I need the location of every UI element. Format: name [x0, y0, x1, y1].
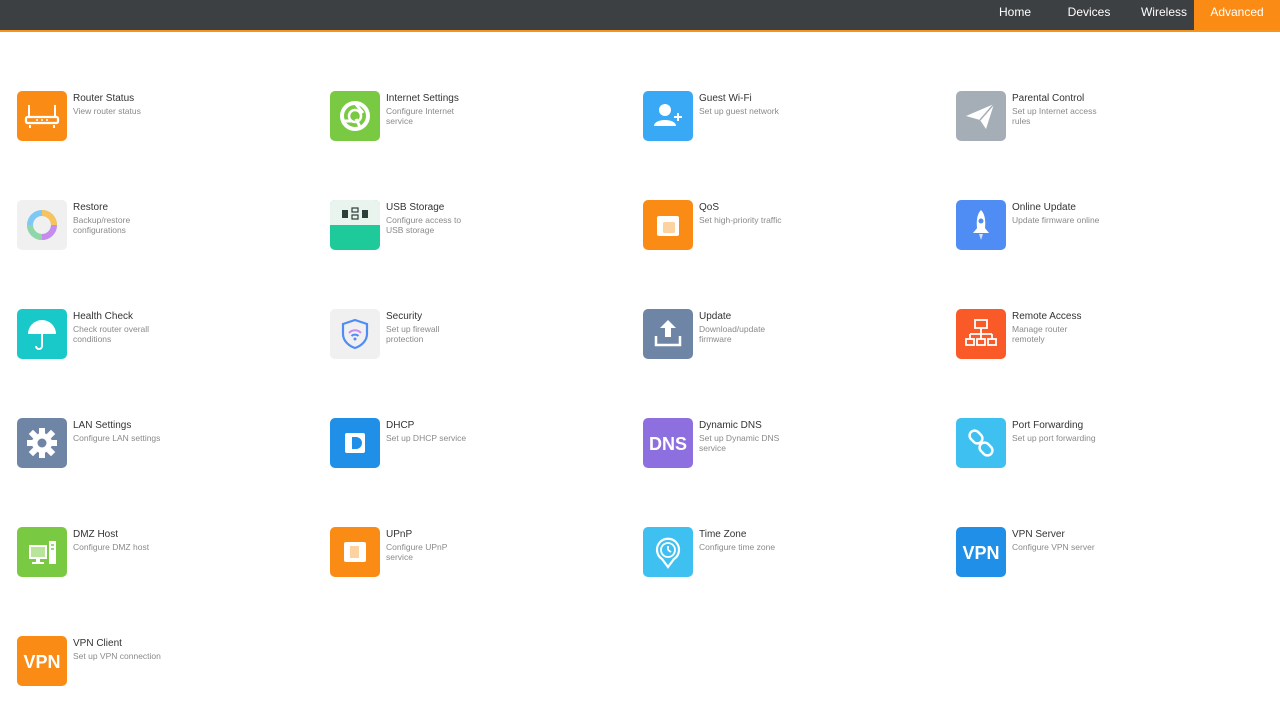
tile-online-update[interactable]: Online Update Update firmware online [956, 200, 1256, 260]
tile-title: LAN Settings [73, 420, 132, 431]
tile-description: Manage router remotely [1012, 324, 1068, 344]
tile-description: Set up firewall protection [386, 324, 440, 344]
tile-dhcp[interactable]: DHCP Set up DHCP service [330, 418, 630, 478]
paper-plane-icon [956, 91, 1006, 141]
tile-description: Configure time zone [699, 542, 776, 552]
tile-title: Router Status [73, 93, 135, 104]
tile-title: Security [386, 311, 423, 322]
tile-description: Set high-priority traffic [699, 215, 782, 225]
network-icon [956, 309, 1006, 359]
tile-description: Configure access to USB storage [386, 215, 462, 235]
tile-parental-control[interactable]: Parental Control Set up Internet access … [956, 91, 1256, 151]
tile-vpn-server[interactable]: VPN VPN Server Configure VPN server [956, 527, 1256, 587]
upnp-icon [330, 527, 380, 577]
tile-title: Update [699, 311, 732, 322]
guest-user-icon [643, 91, 693, 141]
tile-security[interactable]: Security Set up firewall protection [330, 309, 630, 369]
tile-title: Internet Settings [386, 93, 459, 104]
qos-icon [643, 200, 693, 250]
tile-description: Configure LAN settings [73, 433, 161, 443]
tile-description: Configure VPN server [1012, 542, 1095, 552]
tile-title: DHCP [386, 420, 415, 431]
tile-internet-settings[interactable]: Internet Settings Configure Internet ser… [330, 91, 630, 151]
tile-title: USB Storage [386, 202, 445, 213]
router-icon [17, 91, 67, 141]
tile-title: Restore [73, 202, 109, 213]
tile-description: Set up Internet access rules [1012, 106, 1097, 126]
shield-wifi-icon [330, 309, 380, 359]
computer-icon [17, 527, 67, 577]
tile-description: Configure UPnP service [386, 542, 448, 562]
tile-title: Dynamic DNS [699, 420, 762, 431]
tile-remote-access[interactable]: Remote Access Manage router remotely [956, 309, 1256, 369]
tile-guest-wifi[interactable]: Guest Wi-Fi Set up guest network [643, 91, 943, 151]
tile-health-check[interactable]: Health Check Check router overall condit… [17, 309, 317, 369]
vpn-glyph: VPN [962, 543, 999, 563]
tile-title: VPN Client [73, 638, 122, 649]
tile-description: Configure Internet service [386, 106, 455, 126]
vpn-glyph: VPN [23, 652, 60, 672]
tile-usb-storage[interactable]: USB Storage Configure access to USB stor… [330, 200, 630, 260]
tile-restore[interactable]: Restore Backup/restore configurations [17, 200, 317, 260]
tile-title: Remote Access [1012, 311, 1082, 322]
tile-description: Download/update firmware [699, 324, 766, 344]
tile-description: Set up Dynamic DNS service [699, 433, 780, 453]
tile-title: Health Check [73, 311, 134, 322]
tile-port-forwarding[interactable]: Port Forwarding Set up port forwarding [956, 418, 1256, 478]
vpn-icon: VPN [17, 636, 67, 686]
usb-icon [330, 200, 380, 250]
dns-icon: DNS [643, 418, 693, 468]
tile-description: Check router overall conditions [73, 324, 150, 344]
tile-upnp[interactable]: UPnP Configure UPnP service [330, 527, 630, 587]
internet-icon [330, 91, 380, 141]
gear-icon [17, 418, 67, 468]
tile-dmz-host[interactable]: DMZ Host Configure DMZ host [17, 527, 317, 587]
tile-title: Parental Control [1012, 93, 1085, 104]
restore-ring-icon [17, 200, 67, 250]
umbrella-icon [17, 309, 67, 359]
tile-dynamic-dns[interactable]: DNS Dynamic DNS Set up Dynamic DNS servi… [643, 418, 943, 478]
tile-title: DMZ Host [73, 529, 118, 540]
tile-vpn-client[interactable]: VPN VPN Client Set up VPN connection [17, 636, 317, 696]
tile-description: Set up VPN connection [73, 651, 161, 661]
vpn-icon: VPN [956, 527, 1006, 577]
link-icon [956, 418, 1006, 468]
tile-description: Configure DMZ host [73, 542, 150, 552]
rocket-icon [956, 200, 1006, 250]
upload-icon [643, 309, 693, 359]
dhcp-icon [330, 418, 380, 468]
clock-pin-icon [643, 527, 693, 577]
tile-description: Update firmware online [1012, 215, 1100, 225]
tile-title: UPnP [386, 529, 413, 540]
tile-qos[interactable]: QoS Set high-priority traffic [643, 200, 943, 260]
feature-grid: Router Status View router status Interne… [0, 0, 1280, 711]
tile-description: Backup/restore configurations [73, 215, 131, 235]
tile-description: View router status [73, 106, 141, 116]
tile-lan-settings[interactable]: LAN Settings Configure LAN settings [17, 418, 317, 478]
tile-description: Set up DHCP service [386, 433, 467, 443]
tile-title: Guest Wi-Fi [699, 93, 752, 104]
tile-description: Set up port forwarding [1012, 433, 1096, 443]
tile-title: VPN Server [1012, 529, 1065, 540]
tile-router-status[interactable]: Router Status View router status [17, 91, 317, 151]
tile-title: Port Forwarding [1012, 420, 1084, 431]
tile-title: QoS [699, 202, 720, 213]
dns-glyph: DNS [649, 434, 687, 454]
tile-title: Time Zone [699, 529, 747, 540]
tile-update[interactable]: Update Download/update firmware [643, 309, 943, 369]
tile-time-zone[interactable]: Time Zone Configure time zone [643, 527, 943, 587]
tile-title: Online Update [1012, 202, 1076, 213]
tile-description: Set up guest network [699, 106, 779, 116]
